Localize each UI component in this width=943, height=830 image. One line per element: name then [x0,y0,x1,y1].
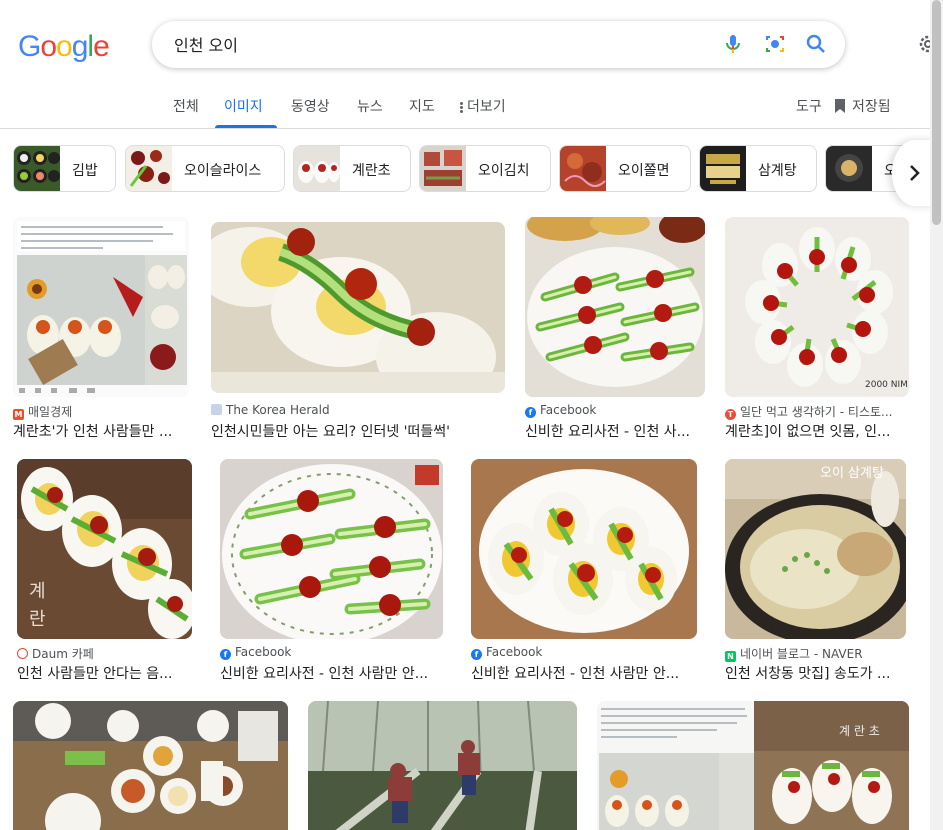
result-source: The Korea Herald [211,403,505,417]
google-images-page: Google 전체 이미지 동영상 뉴스 지도 더보기 도구 저장됨 [0,0,943,830]
header-divider [0,128,930,129]
image-caption-text: 란 [29,609,46,630]
result-thumbnail[interactable]: 계 란 [17,459,192,639]
source-name: 일단 먹고 생각하기 - 티스토... [740,405,893,419]
result-source: f Facebook [220,645,443,660]
naver-blog-icon: N [725,651,736,662]
chip-thumbnail [560,146,606,191]
source-name: Facebook [540,403,597,417]
chip-thumbnail [700,146,746,191]
image-caption-text: 오이 삼계탕 [820,466,884,481]
chip-thumbnail [420,146,466,191]
result-source: N 네이버 블로그 - NAVER [725,645,906,662]
tab-images[interactable]: 이미지 [224,96,263,116]
result-thumbnail[interactable] [13,701,288,830]
chip-thumbnail [294,146,340,191]
facebook-icon: f [471,649,482,660]
chip-label: 오이쫄면 [618,163,670,179]
result-thumbnail[interactable] [525,217,705,397]
source-name: 매일경제 [28,405,73,419]
search-icon[interactable] [804,32,828,56]
chip-samgyetang[interactable]: 삼계탕 [699,145,817,192]
result-title[interactable]: 신비한 요리사전 - 인천 사람만 안... [471,663,697,683]
search-tabs: 전체 이미지 동영상 뉴스 지도 더보기 도구 저장됨 [0,92,943,128]
page-scrollbar[interactable] [930,0,943,830]
chip-label: 삼계탕 [758,163,797,179]
result-thumbnail[interactable] [220,459,443,639]
source-name: Facebook [486,645,543,659]
tistory-icon: T [725,409,736,420]
result-thumbnail[interactable]: 오이 삼계탕 [725,459,906,639]
tab-news[interactable]: 뉴스 [357,96,383,116]
chip-label: 오이김치 [478,163,530,179]
result-source: f Facebook [471,645,697,660]
result-source: f Facebook [525,403,705,418]
chip-thumbnail [126,146,172,191]
result-thumbnail[interactable] [308,701,577,830]
search-box [152,21,845,68]
result-title[interactable]: 계란초'가 인천 사람들만 ... [13,421,189,441]
search-input[interactable] [174,32,674,56]
tools-button[interactable]: 도구 [796,96,822,116]
saved-button[interactable]: 저장됨 [834,96,891,118]
bookmark-icon [834,98,846,118]
image-caption-text: 계 란 초 [839,724,880,738]
saved-label: 저장됨 [852,99,891,115]
result-title[interactable]: 신비한 요리사전 - 인천 사... [525,421,705,441]
result-title[interactable]: 신비한 요리사전 - 인천 사람만 안... [220,663,443,683]
scrollbar-thumb[interactable] [932,0,941,225]
tab-maps[interactable]: 지도 [409,96,435,116]
result-thumbnail[interactable] [13,217,189,397]
chip-gyeranchho[interactable]: 계란초 [293,145,411,192]
more-vert-icon [460,101,463,114]
google-logo[interactable]: Google [18,30,110,64]
result-thumbnail[interactable]: 계 란 초 [597,701,909,830]
microphone-icon[interactable] [721,32,745,56]
chip-cucumber-kimchi[interactable]: 오이김치 [419,145,551,192]
tab-more-label: 더보기 [467,99,506,115]
chip-cucumber-jjolmyeon[interactable]: 오이쫄면 [559,145,691,192]
result-source: M 매일경제 [13,403,189,420]
watermark-text: 2000 NIM [865,380,908,390]
result-source: Daum 카페 [17,645,192,662]
tab-videos[interactable]: 동영상 [291,96,330,116]
chip-thumbnail [14,146,60,191]
result-title[interactable]: 인천 서창동 맛집] 송도가 ... [725,663,906,683]
result-thumbnail[interactable] [211,222,505,393]
facebook-icon: f [525,407,536,418]
result-thumbnail[interactable]: 2000 NIM [725,217,909,397]
facebook-icon: f [220,649,231,660]
result-source: T 일단 먹고 생각하기 - 티스토... [725,403,909,420]
source-name: Daum 카페 [32,647,94,661]
chip-gimbap[interactable]: 김밥 [13,145,116,192]
result-title[interactable]: 인천시민들만 아는 요리? 인터넷 '떠들썩' [211,421,505,441]
source-name: The Korea Herald [226,403,330,417]
chevron-right-icon [910,165,920,181]
chip-thumbnail [826,146,872,191]
source-name: Facebook [235,645,292,659]
chip-cucumber-slice[interactable]: 오이슬라이스 [125,145,285,192]
result-title[interactable]: 인천 사람들만 안다는 음... [17,663,192,683]
chip-label: 김밥 [72,163,98,179]
tab-all[interactable]: 전체 [173,96,199,116]
source-name: 네이버 블로그 - NAVER [740,647,863,661]
chip-label: 오이슬라이스 [184,163,262,179]
source-favicon-icon [211,404,222,415]
image-caption-text: 계 [29,581,46,602]
camera-lens-icon[interactable] [763,32,787,56]
result-title[interactable]: 계란초]이 없으면 잇몸, 인... [725,421,909,441]
daum-icon [17,648,28,659]
source-favicon-icon: M [13,409,24,420]
tab-more[interactable]: 더보기 [460,96,506,116]
chip-label: 계란초 [352,163,391,179]
result-thumbnail[interactable] [471,459,697,639]
